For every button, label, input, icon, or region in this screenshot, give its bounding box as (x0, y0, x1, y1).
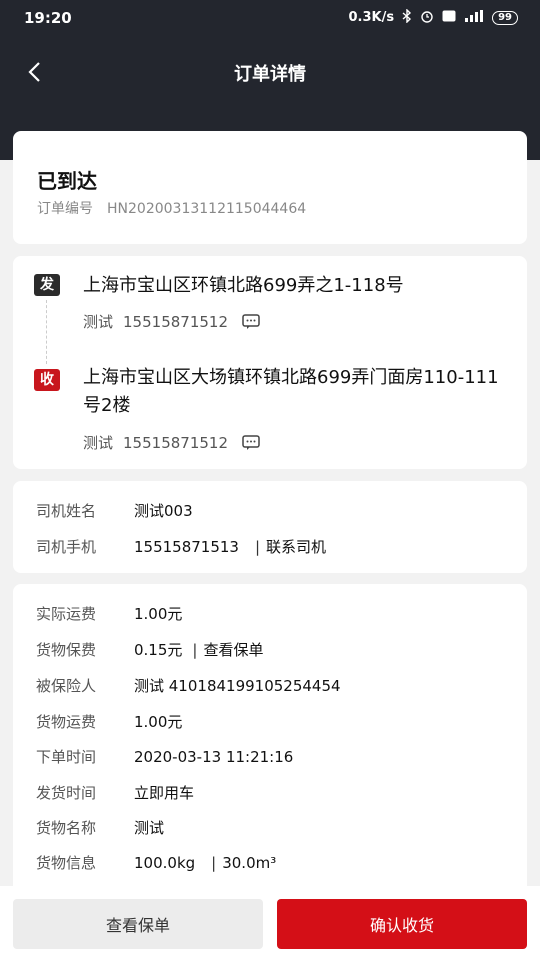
actual-fee-value: 1.00元 (134, 605, 183, 623)
cargo-weight: 100.0kg (134, 853, 196, 872)
send-contact: 测试 15515871512 (83, 311, 260, 332)
cargo-name-label: 货物名称 (36, 819, 97, 837)
insurance-fee-row: 货物保费 0.15元 | 查看保单 (36, 639, 263, 660)
bluetooth-icon (402, 8, 412, 26)
receive-address: 上海市宝山区大场镇环镇北路699弄门面房110-111号2楼 (83, 367, 499, 416)
page-title: 订单详情 (234, 64, 306, 85)
route-dashed-line (46, 300, 47, 364)
cargo-info-row: 货物信息 100.0kg | 30.0m³ (36, 852, 276, 873)
receive-name: 测试 (83, 434, 114, 452)
order-time-label: 下单时间 (36, 748, 97, 766)
alarm-icon (420, 9, 434, 26)
order-time-row: 下单时间 2020-03-13 11:21:16 (36, 746, 293, 767)
cargo-name-row: 货物名称 测试 (36, 817, 164, 838)
driver-phone-value: 15515871513 (134, 537, 239, 556)
cargo-name-value: 测试 (134, 819, 165, 837)
route-card: 发 上海市宝山区环镇北路699弄之1-118号 测试 15515871512 收… (13, 256, 527, 469)
cargo-volume: 30.0m³ (222, 853, 277, 872)
driver-name-value: 测试003 (134, 502, 193, 520)
cargo-info-label: 货物信息 (36, 854, 97, 872)
message-icon[interactable] (242, 434, 260, 451)
order-details-card: 实际运费 1.00元 货物保费 0.15元 | 查看保单 被保险人 测试 410… (13, 584, 527, 894)
divider: | (254, 537, 261, 556)
ship-time-row: 发货时间 立即用车 (36, 782, 194, 803)
send-phone: 15515871512 (123, 312, 228, 331)
ship-time-label: 发货时间 (36, 784, 97, 802)
receive-contact: 测试 15515871512 (83, 432, 260, 453)
send-tag: 发 (34, 274, 60, 296)
status-time: 19:20 (24, 9, 72, 27)
nav-bar: 订单详情 (0, 48, 540, 96)
cargo-fee-label: 货物运费 (36, 713, 97, 731)
contact-driver-link[interactable]: 联系司机 (266, 536, 326, 557)
order-number-value: HN20200313112115044464 (107, 201, 307, 217)
actual-fee-label: 实际运费 (36, 605, 97, 623)
view-policy-button[interactable]: 查看保单 (13, 899, 263, 949)
status-icons: 0.3K/s 99 (348, 8, 518, 26)
view-policy-link[interactable]: 查看保单 (203, 639, 263, 660)
insured-value: 测试 410184199105254454 (134, 677, 341, 695)
network-speed: 0.3K/s (348, 10, 395, 25)
divider: | (192, 640, 198, 659)
confirm-receipt-button[interactable]: 确认收货 (277, 899, 527, 949)
status-bar: 19:20 0.3K/s 99 (0, 0, 540, 36)
insured-row: 被保险人 测试 410184199105254454 (36, 675, 341, 696)
receive-tag: 收 (34, 369, 60, 391)
divider: | (211, 853, 217, 872)
order-status-card: 已到达 订单编号 HN20200313112115044464 (13, 131, 527, 244)
order-number: 订单编号 HN20200313112115044464 (37, 198, 320, 218)
driver-phone-row: 司机手机 15515871513 | 联系司机 (36, 536, 326, 557)
actual-fee-row: 实际运费 1.00元 (36, 603, 182, 624)
order-status: 已到达 (37, 169, 97, 193)
ship-time-value: 立即用车 (134, 784, 195, 802)
bottom-action-bar: 查看保单 确认收货 (0, 886, 540, 960)
order-number-label: 订单编号 (37, 201, 93, 217)
send-address: 上海市宝山区环镇北路699弄之1-118号 (83, 275, 404, 296)
cargo-fee-value: 1.00元 (134, 713, 183, 731)
driver-name-row: 司机姓名 测试003 (36, 500, 193, 521)
insurance-fee-label: 货物保费 (36, 641, 97, 659)
cargo-fee-row: 货物运费 1.00元 (36, 711, 182, 732)
insured-label: 被保险人 (36, 677, 97, 695)
driver-name-label: 司机姓名 (36, 502, 97, 520)
driver-card: 司机姓名 测试003 司机手机 15515871513 | 联系司机 (13, 481, 527, 573)
insurance-fee-value: 0.15元 (134, 641, 183, 659)
hd-icon (442, 10, 456, 25)
send-name: 测试 (83, 313, 114, 331)
driver-phone-label: 司机手机 (36, 538, 97, 556)
message-icon[interactable] (242, 313, 260, 330)
signal-icon (464, 10, 484, 25)
order-time-value: 2020-03-13 11:21:16 (134, 747, 294, 766)
battery-icon: 99 (492, 10, 518, 25)
receive-phone: 15515871512 (123, 433, 228, 452)
